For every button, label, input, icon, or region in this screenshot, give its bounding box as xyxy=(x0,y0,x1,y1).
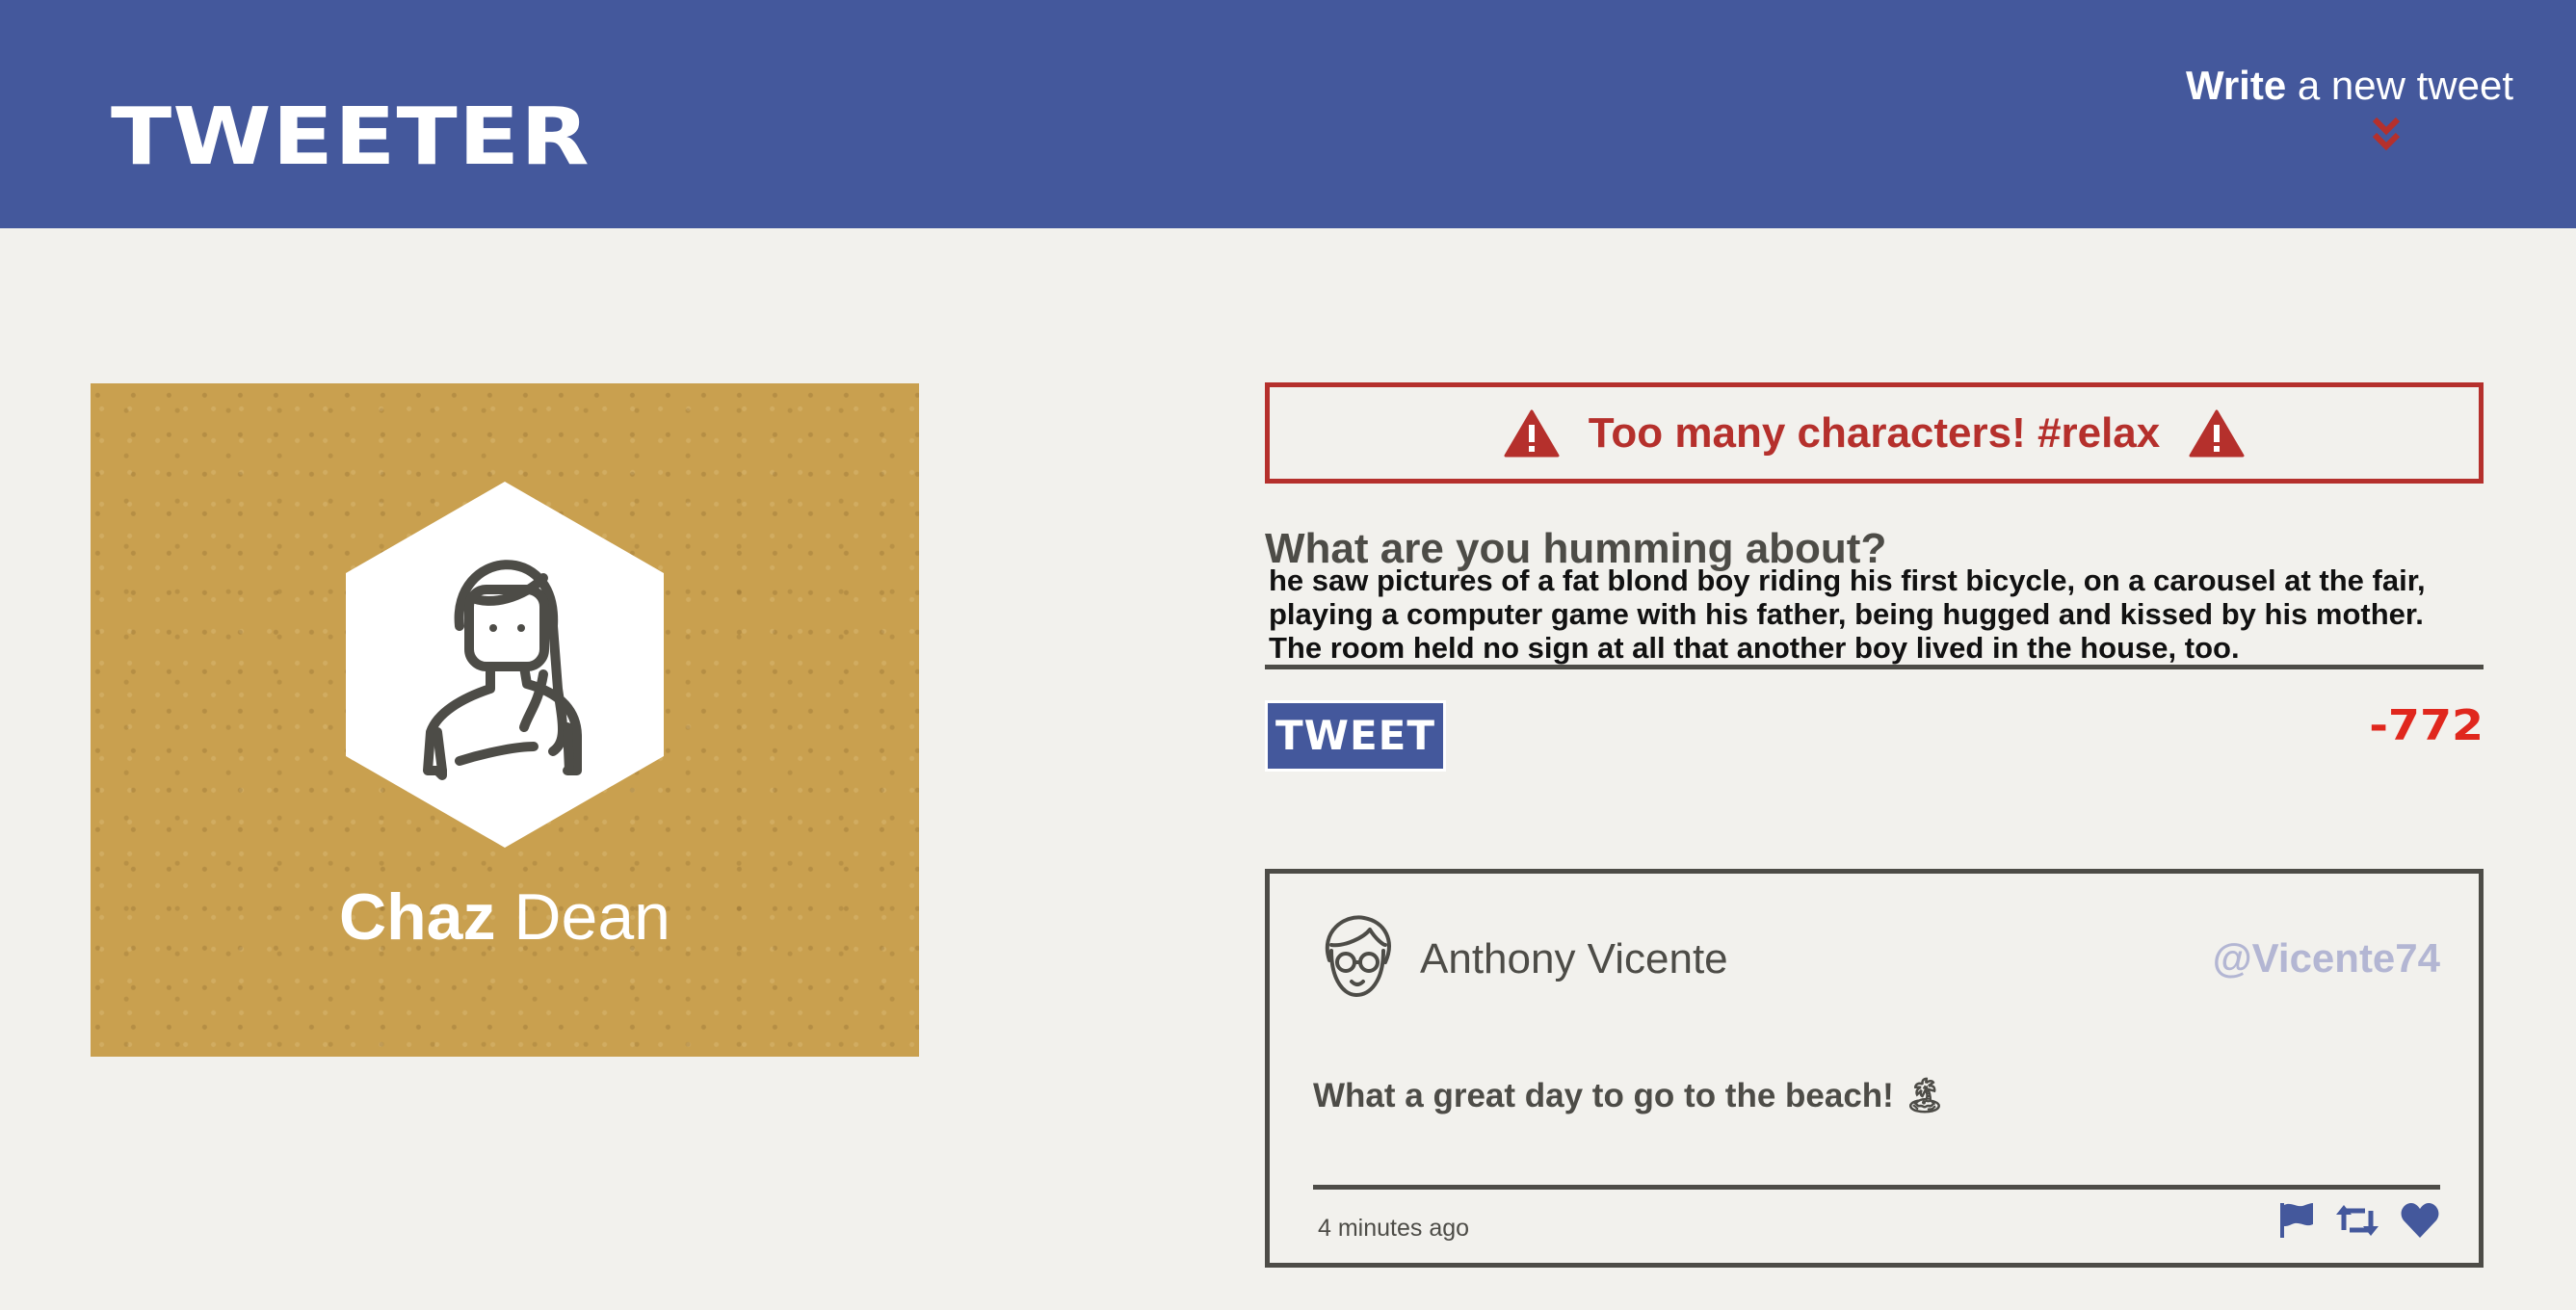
top-navigation-bar: TWEETER Write a new tweet xyxy=(0,0,2576,228)
tweet-timestamp: 4 minutes ago xyxy=(1318,1215,1470,1242)
compose-prompt: What are you humming about? xyxy=(1265,525,1887,572)
retweet-icon[interactable] xyxy=(2336,1201,2379,1240)
profile-first-name: Chaz xyxy=(339,880,496,954)
warning-icon xyxy=(2189,409,2245,457)
error-text: Too many characters! #relax xyxy=(1588,408,2161,457)
app-logo: TWEETER xyxy=(111,92,591,183)
profile-card: Chaz Dean xyxy=(91,383,919,1057)
compose-toggle-label: a new tweet xyxy=(2286,63,2513,108)
profile-name: Chaz Dean xyxy=(91,884,919,950)
tweet-submit-button[interactable]: TWEET xyxy=(1265,700,1446,772)
profile-avatar xyxy=(346,482,664,848)
tweet-divider xyxy=(1313,1185,2440,1190)
user-avatar-icon xyxy=(1325,915,1391,997)
tweet-content: What a great day to go to the beach! 🏝 xyxy=(1313,1077,1946,1114)
tweet-author-handle: @Vicente74 xyxy=(2212,935,2440,981)
character-counter: -772 xyxy=(2369,701,2484,750)
tweet-card: Anthony Vicente @Vicente74 What a great … xyxy=(1265,869,2484,1268)
warning-icon xyxy=(1504,409,1560,457)
tweet-textarea[interactable]: Then she took Harry to a room with a bed… xyxy=(1265,563,2484,669)
tweet-author-name: Anthony Vicente xyxy=(1420,935,1728,982)
compose-toggle-bold: Write xyxy=(2185,63,2287,108)
heart-icon[interactable] xyxy=(2400,1201,2440,1240)
flag-icon[interactable] xyxy=(2276,1201,2315,1240)
error-message: Too many characters! #relax xyxy=(1265,382,2484,484)
profile-last-name: Dean xyxy=(495,880,670,954)
double-chevron-down-icon[interactable] xyxy=(2369,114,2404,156)
tweet-actions xyxy=(2276,1201,2440,1240)
compose-toggle[interactable]: Write a new tweet xyxy=(2186,66,2513,106)
